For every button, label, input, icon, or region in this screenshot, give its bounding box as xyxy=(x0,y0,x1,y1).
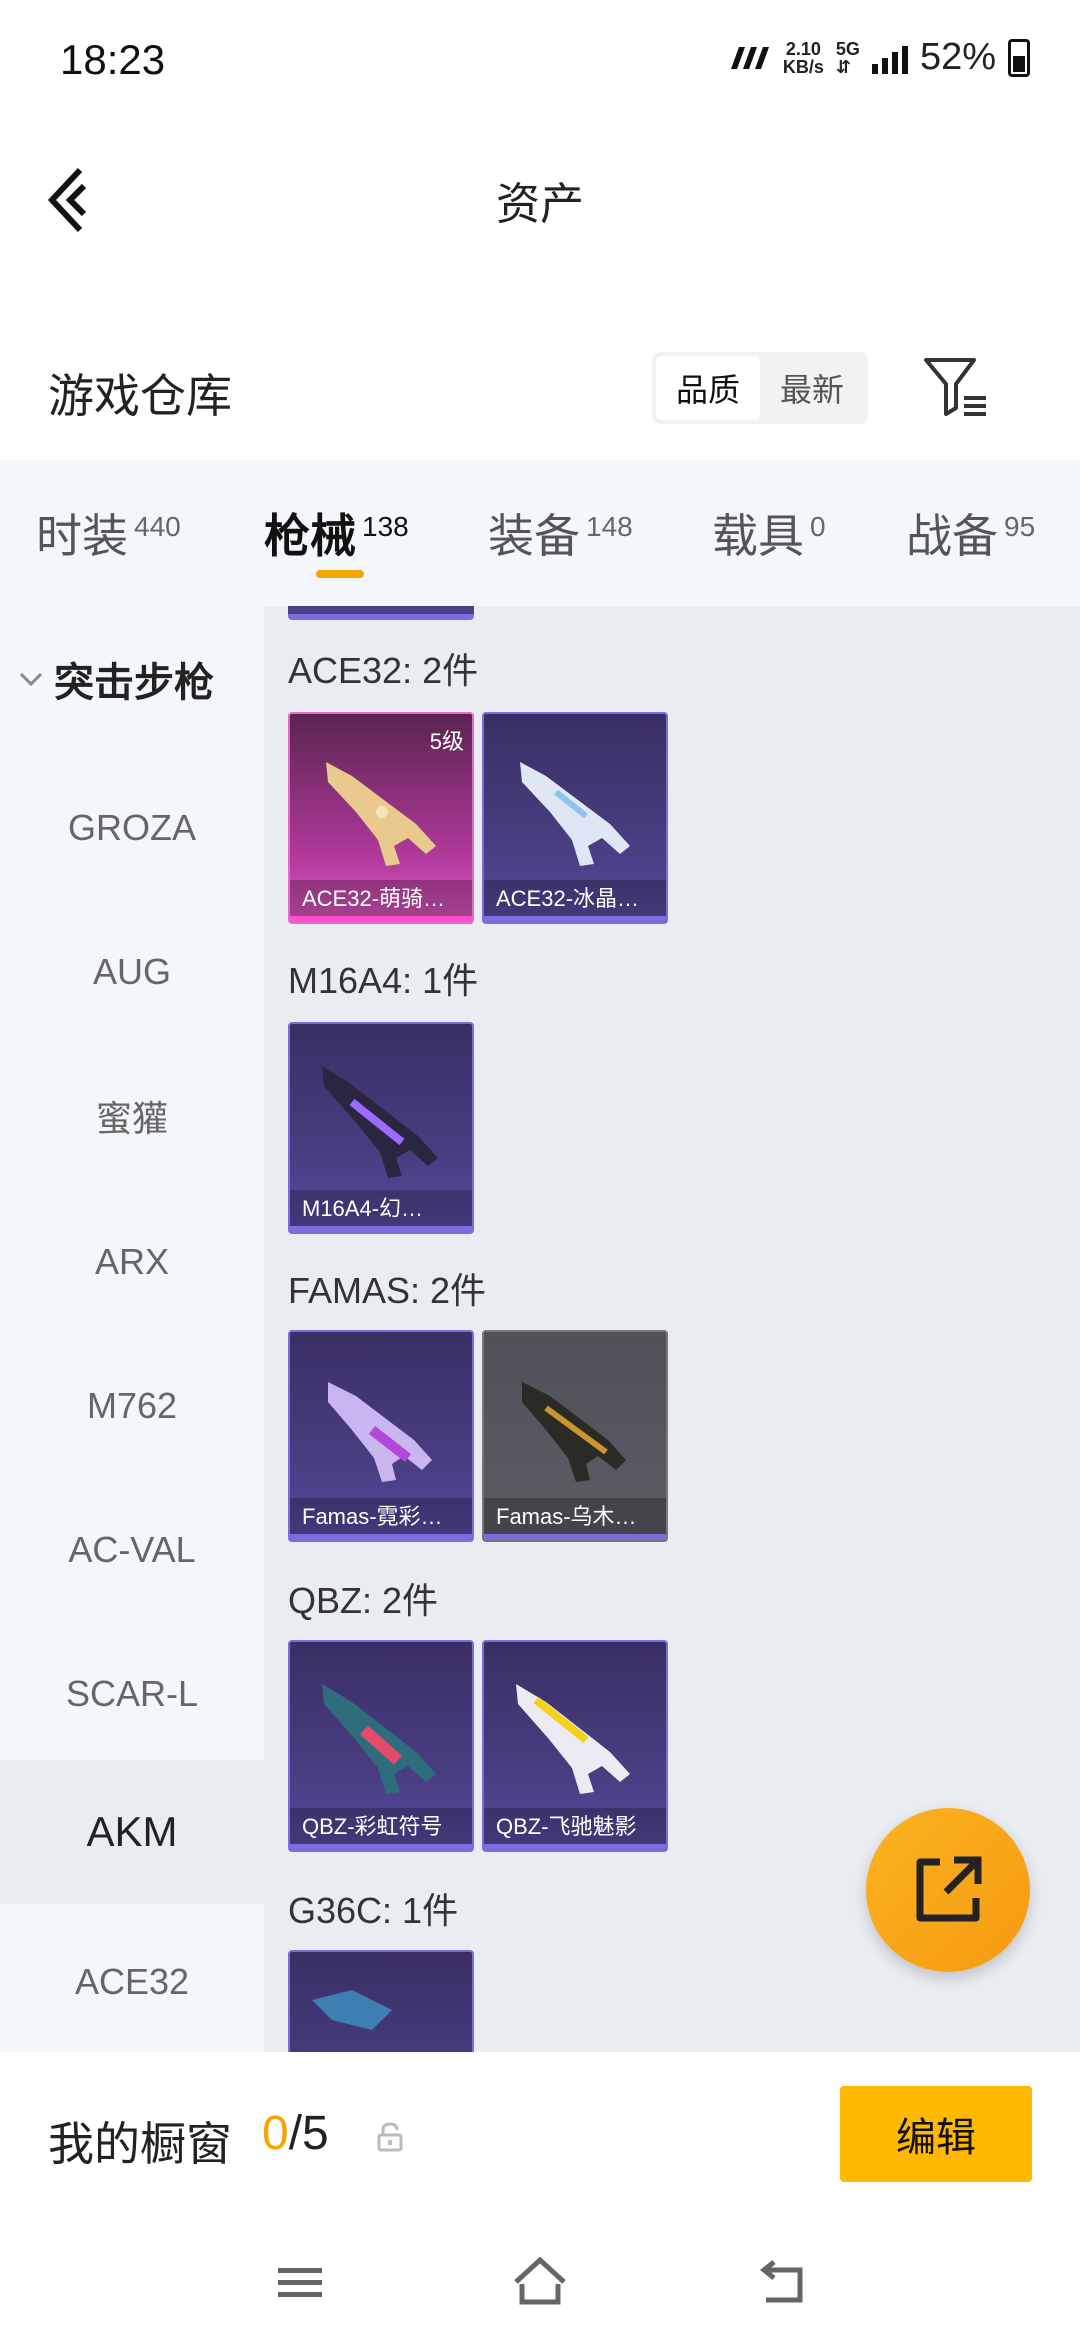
status-indicators: 2.10 KB/s 5G ⇵ 52% xyxy=(727,36,1030,79)
group-title-g36c: G36C: 1件 xyxy=(288,1890,459,1931)
showcase-count: 0/5 xyxy=(262,2107,329,2160)
group-title-ace32: ACE32: 2件 xyxy=(288,650,479,691)
weapon-name: ACE32-萌骑… xyxy=(290,880,472,922)
weapon-card[interactable]: QBZ-飞驰魅影 xyxy=(482,1640,668,1852)
sidebar-item-groza[interactable]: GROZA xyxy=(0,756,264,900)
chevron-down-icon xyxy=(19,672,43,687)
home-icon[interactable] xyxy=(510,2252,570,2312)
rifle-skin-icon xyxy=(328,1382,432,1482)
sidebar-item-honey-badger[interactable]: 蜜獾 xyxy=(0,1044,264,1188)
sidebar-item-arx[interactable]: ARX xyxy=(0,1190,264,1334)
lock-icon xyxy=(377,2122,403,2152)
back-icon[interactable] xyxy=(752,2252,812,2312)
sidebar-group-assault-rifles[interactable]: 突击步枪 xyxy=(18,650,214,708)
weapon-card[interactable]: M16A4-幻… xyxy=(288,1022,474,1234)
system-nav-bar xyxy=(0,2216,1080,2344)
rifle-skin-icon xyxy=(322,1066,438,1178)
card-partial-top xyxy=(288,606,474,620)
weapon-card[interactable]: 5级 ACE32-萌骑… xyxy=(288,712,474,924)
status-time: 18:23 xyxy=(60,36,166,83)
showcase-label: 我的橱窗 xyxy=(48,2118,232,2170)
nfc-icon xyxy=(730,46,769,69)
weapon-name: QBZ-彩虹符号 xyxy=(290,1808,472,1850)
weapon-sidebar: 突击步枪 GROZA AUG 蜜獾 ARX M762 AC-VAL SCAR-L… xyxy=(0,606,264,2052)
weapon-card[interactable]: QBZ-彩虹符号 xyxy=(288,1640,474,1852)
sidebar-item-m762[interactable]: M762 xyxy=(0,1334,264,1478)
sidebar-item-ac-val[interactable]: AC-VAL xyxy=(0,1478,264,1622)
sort-option-newest[interactable]: 最新 xyxy=(760,356,864,420)
category-tabs: 时装 440 枪械 138 装备 148 载具 0 战备 95 xyxy=(0,460,1080,606)
weapon-name: ACE32-冰晶… xyxy=(484,880,666,922)
showcase-bar: 我的橱窗 0/5 编辑 xyxy=(0,2052,1080,2216)
tab-fashion[interactable]: 时装 440 xyxy=(36,500,181,566)
battery-icon xyxy=(1008,38,1030,77)
filter-icon[interactable] xyxy=(920,352,990,422)
weapon-name: Famas-霓彩… xyxy=(290,1498,472,1540)
rifle-skin-icon xyxy=(520,762,630,866)
rifle-skin-icon xyxy=(516,1684,630,1794)
net-speed: 2.10 KB/s xyxy=(782,38,824,77)
sidebar-item-akm[interactable]: AKM xyxy=(0,1760,264,1904)
weapon-name: M16A4-幻… xyxy=(290,1190,472,1232)
rifle-skin-icon xyxy=(312,1990,392,2030)
weapon-name: Famas-乌木… xyxy=(484,1498,666,1540)
sidebar-item-scar-l[interactable]: SCAR-L xyxy=(0,1622,264,1766)
data-arrows-icon: ⇵ xyxy=(835,56,852,77)
rifle-skin-icon xyxy=(326,762,436,866)
signal-icon xyxy=(871,42,908,74)
sidebar-item-aug[interactable]: AUG xyxy=(0,900,264,1044)
weapon-card[interactable] xyxy=(288,1950,474,2052)
page-title: 资产 xyxy=(496,180,584,229)
sidebar-item-ace32[interactable]: ACE32 xyxy=(0,1910,264,2052)
sort-toggle: 品质 最新 xyxy=(652,352,868,424)
group-title-famas: FAMAS: 2件 xyxy=(288,1270,487,1311)
weapon-card[interactable]: Famas-乌木… xyxy=(482,1330,668,1542)
battery-percent: 52% xyxy=(919,36,996,78)
active-tab-indicator xyxy=(316,570,364,578)
tab-guns[interactable]: 枪械 138 xyxy=(264,500,409,566)
external-link-icon xyxy=(916,1856,982,1922)
rifle-skin-icon xyxy=(522,1382,626,1482)
tab-equipment[interactable]: 装备 148 xyxy=(488,500,633,566)
top-nav: 资产 xyxy=(0,130,1080,270)
share-fab[interactable] xyxy=(866,1808,1030,1972)
weapon-name: QBZ-飞驰魅影 xyxy=(484,1808,666,1850)
network-type: 5G ⇵ xyxy=(835,38,860,77)
rifle-skin-icon xyxy=(322,1684,436,1794)
edit-button[interactable]: 编辑 xyxy=(840,2086,1032,2182)
weapon-card[interactable]: ACE32-冰晶… xyxy=(482,712,668,924)
weapon-card[interactable]: Famas-霓彩… xyxy=(288,1330,474,1542)
sort-option-quality[interactable]: 品质 xyxy=(656,356,760,420)
tab-tactical[interactable]: 战备 95 xyxy=(906,500,1035,566)
group-title-m16a4: M16A4: 1件 xyxy=(288,960,479,1001)
group-title-qbz: QBZ: 2件 xyxy=(288,1580,439,1621)
status-bar: 18:23 2.10 KB/s 5G ⇵ 52% xyxy=(0,0,1080,120)
warehouse-title: 游戏仓库 xyxy=(48,370,232,422)
tab-vehicles[interactable]: 载具 0 xyxy=(712,500,826,566)
menu-icon[interactable] xyxy=(270,2252,330,2312)
